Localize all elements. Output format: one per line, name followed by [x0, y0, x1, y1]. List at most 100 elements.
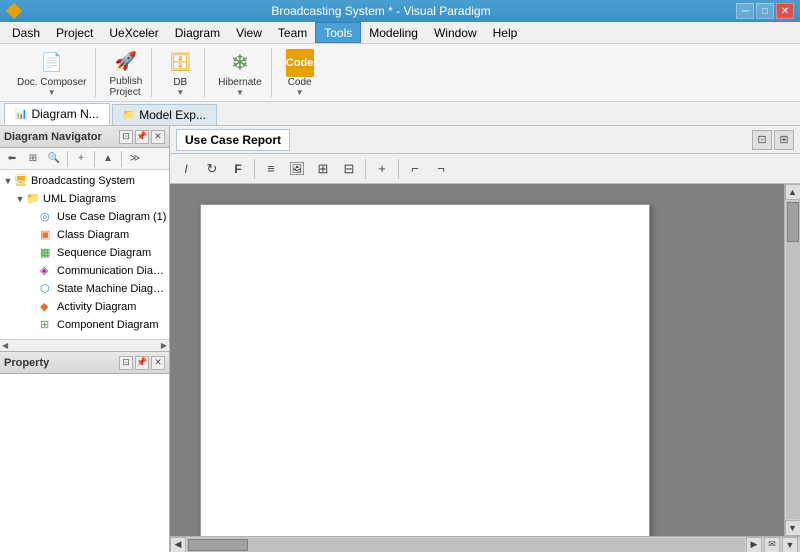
- root-toggle[interactable]: ▼: [2, 175, 14, 187]
- add-row-button[interactable]: +: [370, 157, 394, 181]
- uml-toggle[interactable]: ▼: [14, 193, 26, 205]
- maximize-button[interactable]: □: [756, 3, 774, 19]
- canvas-area[interactable]: [170, 184, 784, 536]
- code-button[interactable]: Code Code ▼: [280, 46, 320, 100]
- scrollbar-track[interactable]: [786, 201, 800, 519]
- tree-item-component[interactable]: ⊞ Component Diagram: [0, 316, 169, 334]
- split-button[interactable]: ⊟: [337, 157, 361, 181]
- hibernate-dropdown-arrow[interactable]: ▼: [236, 88, 244, 97]
- tree-uml-folder[interactable]: ▼ 📁 UML Diagrams: [0, 190, 169, 208]
- nav-scroll-left[interactable]: ◀: [2, 341, 8, 350]
- usecase-icon: ◎: [40, 210, 54, 224]
- menu-team[interactable]: Team: [270, 22, 315, 43]
- float-button[interactable]: ⊡: [119, 130, 133, 144]
- h-scrollbar-track[interactable]: [187, 538, 745, 552]
- tree-item-communication[interactable]: ◈ Communication Diagra...: [0, 262, 169, 280]
- close-panel-button[interactable]: ✕: [151, 130, 165, 144]
- nav-up-button[interactable]: ▲: [98, 150, 118, 168]
- property-content: [0, 374, 169, 552]
- table-button[interactable]: ⊞: [311, 157, 335, 181]
- prop-pin-button[interactable]: 📌: [135, 356, 149, 370]
- nav-more-button[interactable]: ≫: [125, 150, 145, 168]
- db-button[interactable]: 🗄 DB ▼: [160, 46, 200, 100]
- layout-icon1[interactable]: ⊡: [752, 130, 772, 150]
- code-dropdown-arrow[interactable]: ▼: [296, 88, 304, 97]
- hibernate-button[interactable]: ❄ Hibernate ▼: [213, 46, 266, 100]
- tree-item-state[interactable]: ⬡ State Machine Diagra...: [0, 280, 169, 298]
- panel-tabs: 📊 Diagram N... 📁 Model Exp...: [0, 102, 800, 126]
- publish-icon: 🚀: [112, 48, 140, 76]
- status-mail-icon[interactable]: ✉: [764, 537, 780, 552]
- nav-filter-button[interactable]: 🔍: [44, 150, 64, 168]
- bold-button[interactable]: F: [226, 157, 250, 181]
- right-content-area: Use Case Report ⊡ ⊞ I ↻ F ≡ 🖼 ⊞ ⊟ + ⌐ ¬: [170, 126, 800, 552]
- canvas-wrapper: ▲ ▼: [170, 184, 800, 536]
- db-dropdown-arrow[interactable]: ▼: [176, 88, 184, 97]
- scroll-right-arrow[interactable]: ▶: [746, 537, 762, 552]
- vp-logo: [6, 3, 22, 19]
- menu-help[interactable]: Help: [485, 22, 526, 43]
- icon-sep1: [254, 159, 255, 179]
- root-icon: 🖥: [14, 174, 28, 188]
- menu-uexceler[interactable]: UeXceler: [101, 22, 166, 43]
- right-scrollbar: ▲ ▼: [784, 184, 800, 536]
- uml-folder-icon: 📁: [26, 192, 40, 206]
- layout-icon2[interactable]: ⊞: [774, 130, 794, 150]
- doc-composer-button[interactable]: 📄 Doc. Composer ▼: [12, 46, 91, 100]
- scroll-left-arrow[interactable]: ◀: [170, 537, 186, 552]
- nav-add-button[interactable]: +: [71, 150, 91, 168]
- tree-root[interactable]: ▼ 🖥 Broadcasting System: [0, 172, 169, 190]
- nav-back-button[interactable]: ⬅: [2, 150, 22, 168]
- scroll-up-arrow[interactable]: ▲: [785, 184, 800, 200]
- property-panel: Property ⊡ 📌 ✕: [0, 352, 169, 552]
- tree-item-class[interactable]: ▣ Class Diagram: [0, 226, 169, 244]
- publish-project-button[interactable]: 🚀 PublishProject: [104, 45, 147, 101]
- use-case-report-tab[interactable]: Use Case Report: [176, 129, 290, 151]
- bracket1-button[interactable]: ⌐: [403, 157, 427, 181]
- sequence-icon: ▦: [40, 246, 54, 260]
- doc-dropdown-arrow[interactable]: ▼: [48, 88, 56, 97]
- menu-window[interactable]: Window: [426, 22, 485, 43]
- diagram-nav-tab-icon: 📊: [15, 109, 27, 120]
- bracket2-button[interactable]: ¬: [429, 157, 453, 181]
- nav-separator3: [121, 151, 122, 167]
- status-icons: ✉ ▼: [762, 537, 800, 552]
- scroll-down-arrow[interactable]: ▼: [785, 520, 800, 536]
- menu-view[interactable]: View: [228, 22, 270, 43]
- state-icon: ⬡: [40, 282, 54, 296]
- italic-button[interactable]: I: [174, 157, 198, 181]
- left-panel: Diagram Navigator ⊡ 📌 ✕ ⬅ ⊞ 🔍 + ▲ ≫: [0, 126, 170, 552]
- diagram-navigator-header: Diagram Navigator ⊡ 📌 ✕: [0, 126, 169, 148]
- nav-scroll-bar: ◀ ▶: [0, 339, 169, 351]
- menu-bar: Dash Project UeXceler Diagram View Team …: [0, 22, 800, 44]
- menu-tools[interactable]: Tools: [315, 22, 361, 43]
- prop-close-button[interactable]: ✕: [151, 356, 165, 370]
- nav-scroll-right[interactable]: ▶: [161, 341, 167, 350]
- tab-model-explorer[interactable]: 📁 Model Exp...: [112, 104, 217, 125]
- hibernate-icon: ❄: [226, 49, 254, 77]
- image-button[interactable]: 🖼: [285, 157, 309, 181]
- tree-item-sequence[interactable]: ▦ Sequence Diagram: [0, 244, 169, 262]
- diagram-navigator-panel: Diagram Navigator ⊡ 📌 ✕ ⬅ ⊞ 🔍 + ▲ ≫: [0, 126, 169, 352]
- menu-modeling[interactable]: Modeling: [361, 22, 426, 43]
- minimize-button[interactable]: ─: [736, 3, 754, 19]
- lines-button[interactable]: ≡: [259, 157, 283, 181]
- status-info-icon[interactable]: ▼: [782, 537, 798, 552]
- h-scrollbar-thumb[interactable]: [188, 539, 248, 551]
- menu-project[interactable]: Project: [48, 22, 101, 43]
- nav-split-button[interactable]: ⊞: [23, 150, 43, 168]
- icon-sep3: [398, 159, 399, 179]
- menu-dash[interactable]: Dash: [4, 22, 48, 43]
- menu-diagram[interactable]: Diagram: [167, 22, 228, 43]
- tab-diagram-navigator[interactable]: 📊 Diagram N...: [4, 103, 110, 125]
- tree-item-activity[interactable]: ◆ Activity Diagram: [0, 298, 169, 316]
- pin-button[interactable]: 📌: [135, 130, 149, 144]
- diagram-tree[interactable]: ▼ 🖥 Broadcasting System ▼ 📁 UML Diagrams…: [0, 170, 169, 339]
- canvas-page: [200, 204, 650, 536]
- close-button[interactable]: ✕: [776, 3, 794, 19]
- prop-float-button[interactable]: ⊡: [119, 356, 133, 370]
- refresh-button[interactable]: ↻: [200, 157, 224, 181]
- scrollbar-thumb[interactable]: [787, 202, 799, 242]
- app-title: Broadcasting System * - Visual Paradigm: [26, 4, 736, 18]
- tree-item-usecase[interactable]: ◎ Use Case Diagram (1): [0, 208, 169, 226]
